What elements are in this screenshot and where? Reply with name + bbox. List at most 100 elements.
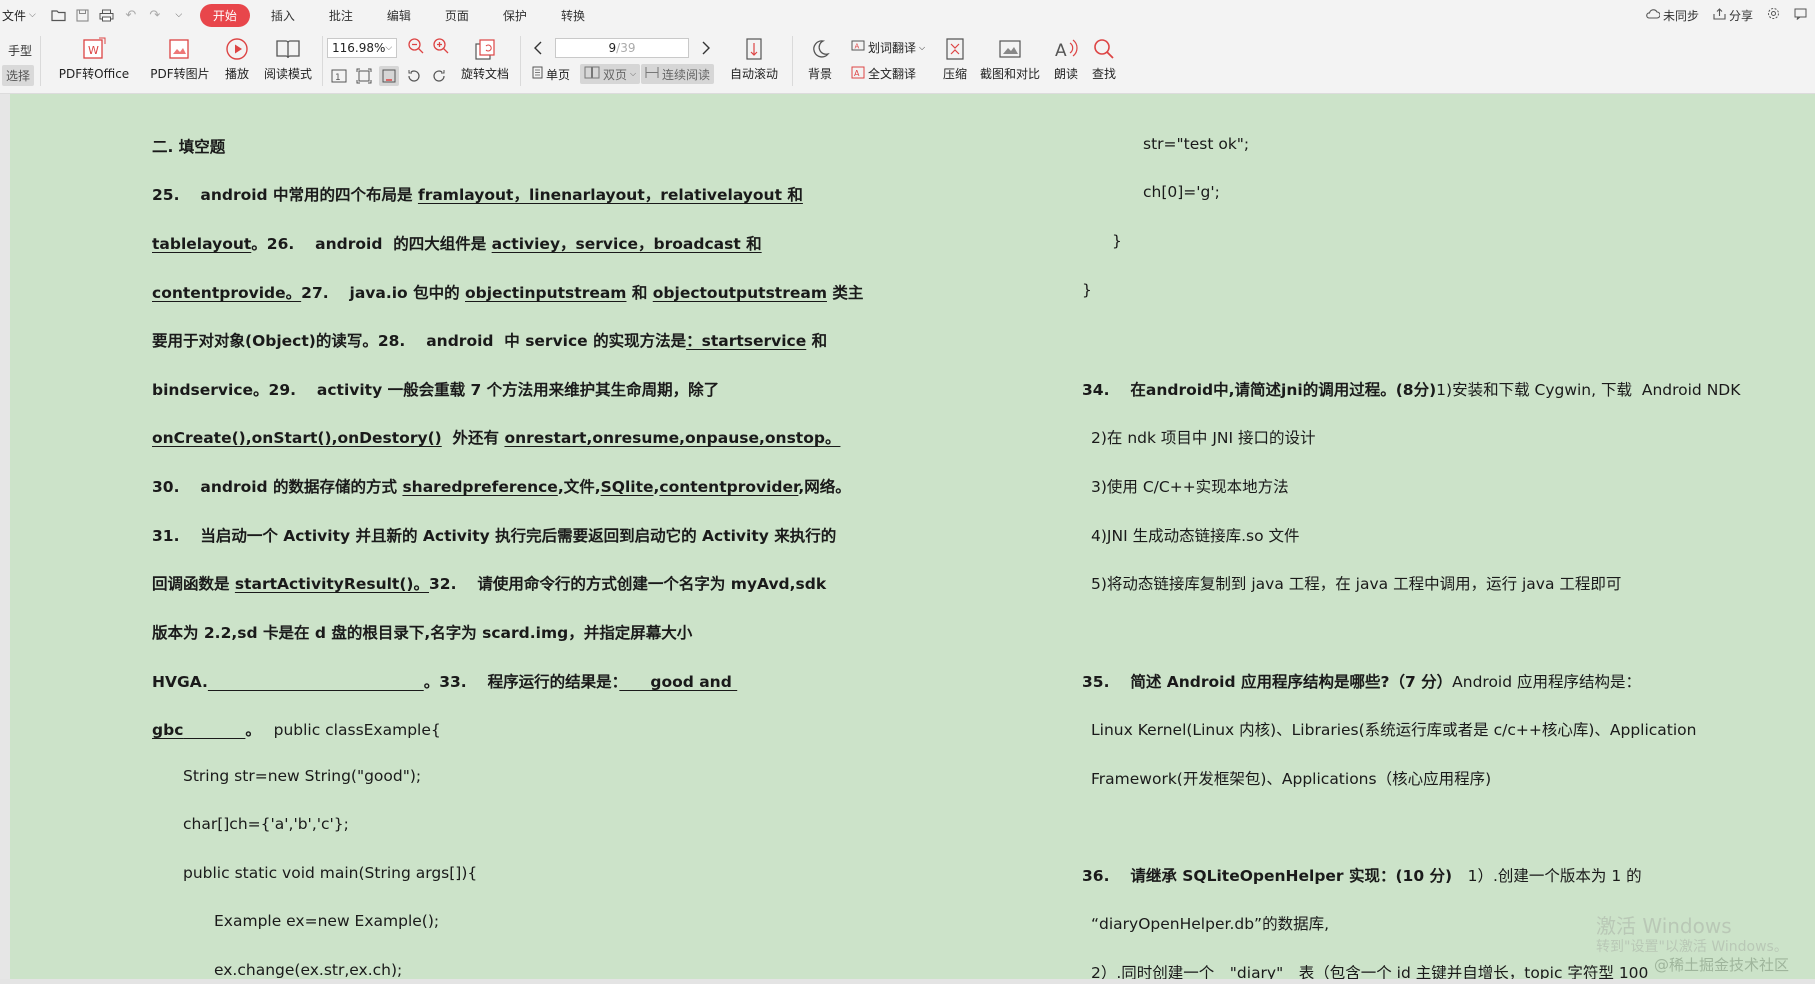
tab-protect[interactable]: 保护 (490, 4, 540, 27)
answer-line: 5)将动态链接库复制到 java 工程，在 java 工程中调用，运行 java… (1091, 575, 1622, 593)
text: 和 (626, 284, 653, 302)
share-button[interactable]: 分享 (1713, 7, 1753, 24)
page-number-input[interactable]: 9 /39 (555, 38, 689, 58)
chevron-down-icon[interactable]: ⌵ (385, 43, 392, 53)
pdf-to-office-button[interactable]: W PDF转Office (55, 34, 133, 82)
blank (183, 721, 245, 739)
zoom-in-icon[interactable] (431, 36, 451, 56)
text: 要用于对对象(Object)的读写。28. android 中 service … (152, 332, 687, 350)
page-current: 9 (608, 41, 617, 55)
read-aloud-button[interactable]: A 朗读 (1050, 34, 1082, 82)
question-32: 版本为 2.2,sd 卡是在 d 盘的根目录下,名字为 scard.img，并指… (152, 624, 693, 642)
answer: 1)安装和下载 Cygwin, 下载 Android NDK (1436, 381, 1741, 399)
share-icon (1713, 7, 1726, 23)
auto-scroll-button[interactable]: 自动滚动 (724, 34, 784, 82)
zoom-out-icon[interactable] (406, 36, 426, 56)
divider (322, 36, 323, 86)
tab-start[interactable]: 开始 (199, 3, 250, 27)
answer: framlayout，linenarlayout，relativelayout … (417, 186, 803, 204)
svg-text:A: A (1055, 41, 1067, 61)
status-bar (0, 979, 1815, 984)
prev-page-icon[interactable] (528, 38, 548, 58)
read-mode-button[interactable]: 阅读模式 (262, 34, 314, 82)
background-label: 背景 (807, 67, 832, 81)
redo-icon[interactable]: ↷ (144, 4, 166, 26)
answer: onrestart,onresume,onpause,onstop。 (504, 429, 841, 447)
double-page-icon (584, 66, 600, 82)
double-page-button[interactable]: 双页 ⌵ (580, 64, 641, 84)
next-page-icon[interactable] (696, 38, 716, 58)
question-29: bindservice。29. activity 一般会重载 7 个方法用来维护… (152, 381, 720, 399)
auto-scroll-icon (743, 34, 765, 64)
sync-status[interactable]: 未同步 (1645, 7, 1699, 24)
save-icon[interactable] (72, 4, 94, 26)
screenshot-icon (998, 34, 1022, 64)
question-27: contentprovide。27. java.io 包中的 objectinp… (152, 281, 863, 303)
code-line: ch[0]='g'; (1143, 183, 1220, 201)
question: 36. 请继承 SQLiteOpenHelper 实现：(10 分) (1082, 867, 1453, 885)
file-menu[interactable]: 文件 ⌵ (0, 7, 40, 24)
pdf-to-image-button[interactable]: PDF转图片 (145, 34, 215, 82)
chevron-down-icon: ⌵ (919, 42, 926, 52)
screenshot-compare-button[interactable]: 截图和对比 (977, 34, 1043, 82)
answer-line: Framework(开发框架包)、Applications（核心应用程序) (1091, 770, 1492, 788)
play-icon (225, 34, 249, 64)
feedback-icon[interactable] (1794, 8, 1807, 23)
full-translate-button[interactable]: A 全文翻译 (851, 65, 916, 82)
answer: activiey，service，broadcast 和 (491, 235, 762, 253)
background-button[interactable]: 背景 (800, 34, 840, 82)
tab-annotate[interactable]: 批注 (316, 4, 366, 27)
tab-edit[interactable]: 编辑 (374, 4, 424, 27)
svg-text:A: A (855, 42, 860, 50)
fit-width-icon[interactable] (379, 66, 399, 86)
sync-label: 未同步 (1662, 8, 1699, 23)
answer-line: Linux Kernel(Linux 内核)、Libraries(系统运行库或者… (1091, 721, 1697, 739)
tab-insert[interactable]: 插入 (258, 4, 308, 27)
answer-line: “diaryOpenHelper.db”的数据库, (1091, 915, 1330, 933)
tab-page[interactable]: 页面 (432, 4, 482, 27)
select-tool-button[interactable]: 选择 (2, 65, 35, 86)
play-button[interactable]: 播放 (220, 34, 254, 82)
text: 32. 请使用命令行的方式创建一个名字为 myAvd,sdk (429, 575, 827, 593)
text: ,文件, (557, 478, 601, 496)
zoom-value: 116.98% (332, 41, 386, 55)
compress-button[interactable]: 压缩 (938, 34, 972, 82)
code-line: public static void main(String args[]){ (183, 864, 478, 882)
share-label: 分享 (1728, 8, 1753, 23)
answer: contentprovide。 (152, 284, 302, 302)
answer: sharedpreference (402, 478, 558, 496)
open-folder-icon[interactable] (48, 4, 70, 26)
actual-size-icon[interactable]: 1 (329, 66, 349, 86)
text: 和 (806, 332, 828, 350)
tab-convert[interactable]: 转换 (548, 4, 598, 27)
find-button[interactable]: 查找 (1088, 34, 1120, 82)
question-28: 要用于对对象(Object)的读写。28. android 中 service … (152, 329, 827, 351)
print-icon[interactable] (96, 4, 118, 26)
rotate-doc-label: 旋转文档 (460, 67, 509, 81)
divider (520, 36, 521, 86)
speaker-icon: A (1053, 34, 1079, 64)
document-view[interactable]: 二. 填空题 25. android 中常用的四个布局是 framlayout，… (10, 94, 1815, 984)
pdf-to-office-icon: W (81, 34, 107, 64)
undo-icon[interactable]: ↶ (120, 4, 142, 26)
blank (208, 673, 424, 691)
rotate-left-icon[interactable] (404, 66, 424, 86)
zoom-input[interactable]: 116.98% ⌵ (327, 38, 397, 58)
customize-icon[interactable]: ⌵ (168, 4, 190, 26)
settings-icon[interactable] (1767, 7, 1780, 23)
rotate-right-icon[interactable] (429, 66, 449, 86)
text: 。 (245, 721, 254, 739)
answer-line: 3)使用 C/C++实现本地方法 (1091, 478, 1289, 496)
word-translate-button[interactable]: A 划词翻译 ⌵ (851, 39, 925, 56)
text: 25. android 中常用的四个布局是 (152, 186, 418, 204)
fit-page-icon[interactable] (354, 66, 374, 86)
auto-scroll-label: 自动滚动 (729, 67, 778, 81)
text: 30. android 的数据存储的方式 (152, 478, 403, 496)
rotate-doc-button[interactable]: 旋转文档 (460, 34, 510, 82)
play-label: 播放 (224, 67, 249, 81)
continuous-read-button[interactable]: 连续阅读 (641, 64, 715, 84)
single-page-button[interactable]: 单页 (528, 64, 574, 84)
question: 35. 简述 Android 应用程序结构是哪些?（7 分） (1082, 673, 1453, 691)
hand-tool-button[interactable]: 手型 (4, 40, 36, 61)
question-29-answer: onCreate(),onStart(),onDestory() 外还有 onr… (152, 426, 840, 448)
